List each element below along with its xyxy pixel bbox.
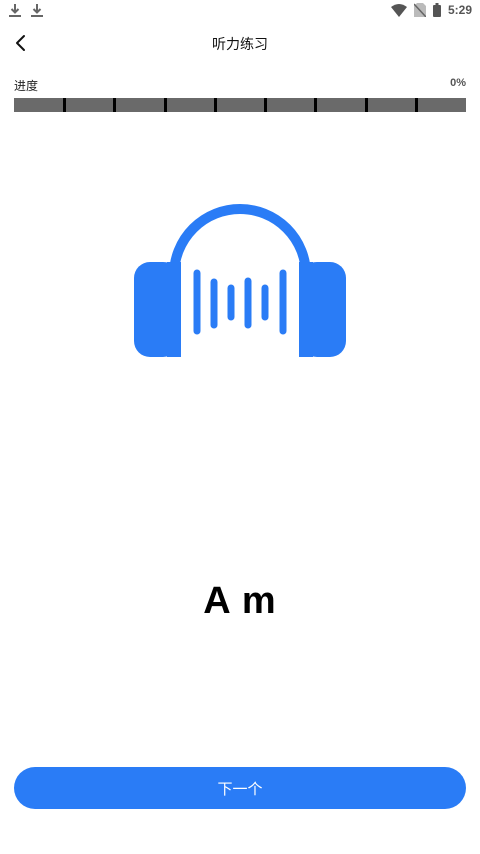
progress-segment-divider <box>314 98 317 112</box>
progress-segment-divider <box>63 98 66 112</box>
progress-segment-divider <box>264 98 267 112</box>
progress-segment-divider <box>113 98 116 112</box>
status-time: 5:29 <box>447 3 472 17</box>
status-bar: 5:29 <box>0 0 480 24</box>
app-bar: 听力练习 <box>0 24 480 64</box>
battery-icon <box>432 3 441 17</box>
progress-segment-divider <box>164 98 167 112</box>
progress-segment-divider <box>214 98 217 112</box>
progress-percent: 0% <box>450 77 466 89</box>
chord-name: A m <box>203 580 277 622</box>
next-button[interactable]: 下一个 <box>14 767 466 809</box>
progress-segment-divider <box>365 98 368 112</box>
wifi-icon <box>390 3 407 17</box>
page-title: 听力练习 <box>212 37 268 53</box>
progress-bar <box>14 98 466 112</box>
no-sim-icon <box>413 3 426 17</box>
notification-icons <box>8 2 44 20</box>
download-icon <box>31 4 43 17</box>
progress-segment-divider <box>415 98 418 112</box>
progress-label: 进度 <box>14 79 39 93</box>
headphones-audio-icon <box>134 203 346 359</box>
system-icons: 5:29 <box>390 3 472 17</box>
download-icon <box>9 4 21 17</box>
